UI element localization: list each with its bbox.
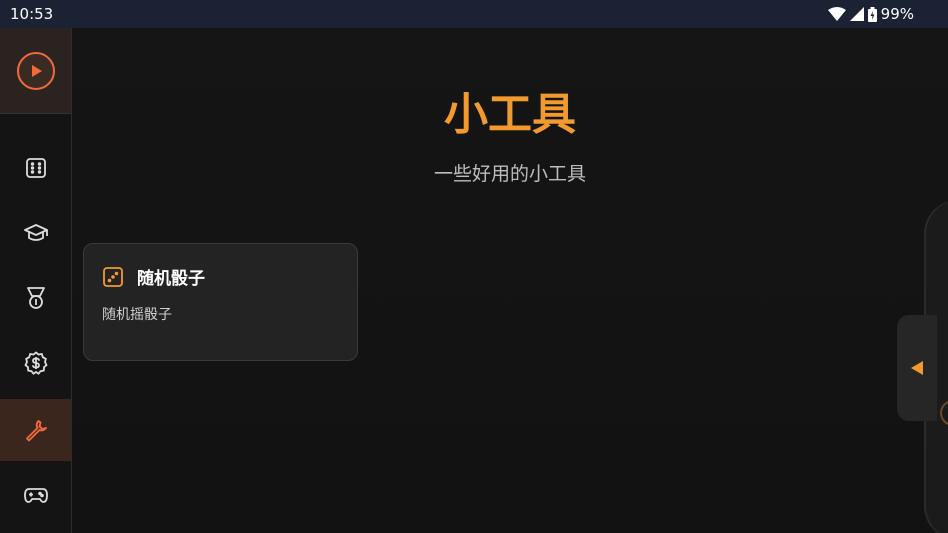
status-icons: 99% [827, 5, 914, 23]
tool-card-header: 随机骰子 [102, 264, 339, 289]
medal-icon [26, 287, 45, 309]
main-content: 小工具 一些好用的小工具 随机骰子 随机摇骰子 [72, 28, 948, 533]
sidebar-item-money[interactable] [0, 332, 71, 394]
tool-card-description: 随机摇骰子 [102, 307, 172, 323]
wrench-icon [25, 420, 47, 442]
edge-panel-toggle[interactable] [897, 315, 937, 421]
battery-percent: 99% [880, 5, 914, 23]
dice-icon [25, 158, 46, 178]
sidebar [0, 28, 72, 533]
tool-card-dice[interactable]: 随机骰子 随机摇骰子 [83, 243, 358, 361]
dollar-coin-icon [23, 351, 48, 375]
triangle-left-icon [911, 361, 923, 375]
play-button[interactable] [16, 51, 55, 90]
page-subtitle: 一些好用的小工具 [433, 163, 586, 185]
graduation-cap-icon [23, 224, 48, 241]
status-time: 10:53 [10, 5, 54, 23]
app-root: 10:53 99% 小工具 一些好用的小工具 随机骰子 随机摇骰子 [0, 0, 948, 533]
sidebar-item-study[interactable] [0, 202, 71, 264]
page-title: 小工具 [444, 89, 576, 140]
status-bar: 10:53 99% [0, 0, 948, 28]
dice-icon [103, 266, 123, 287]
wifi-icon [827, 7, 846, 21]
sidebar-item-games[interactable] [0, 464, 71, 526]
sidebar-item-dice[interactable] [0, 137, 71, 199]
sidebar-item-tools[interactable] [0, 399, 71, 461]
sidebar-header [0, 28, 71, 114]
gamepad-icon [23, 488, 48, 503]
sidebar-item-achievements[interactable] [0, 267, 71, 329]
battery-icon [867, 6, 877, 22]
tool-card-title: 随机骰子 [137, 269, 205, 289]
cell-signal-icon [849, 7, 864, 21]
play-icon [31, 64, 42, 77]
